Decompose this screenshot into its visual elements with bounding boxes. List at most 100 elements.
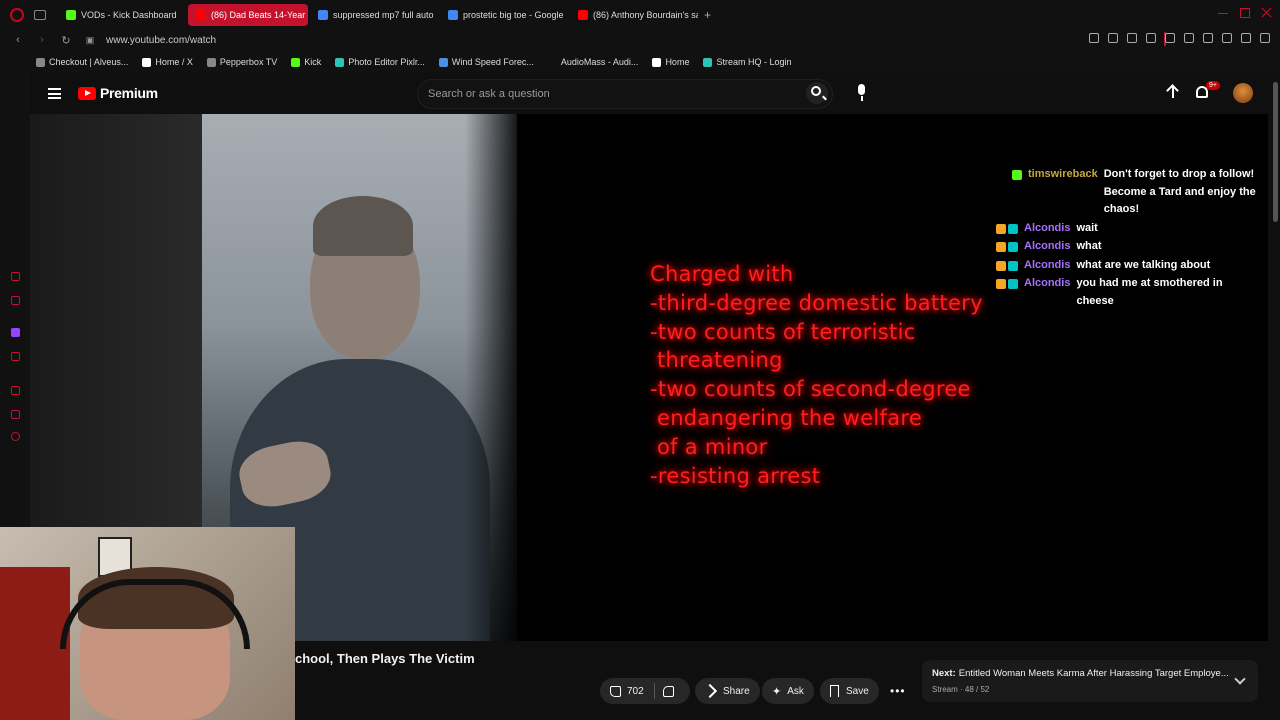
maximize-icon[interactable]: [1240, 8, 1250, 18]
bookmark-item[interactable]: Home: [652, 57, 689, 67]
reload-icon[interactable]: ↻: [60, 34, 72, 47]
tab-title: prostetic big toe - Google: [463, 10, 564, 20]
chat-message: Alcondis what: [996, 238, 1256, 256]
chevron-down-icon[interactable]: [1234, 673, 1246, 685]
heart-icon[interactable]: [1165, 33, 1175, 43]
sidebar-history-icon[interactable]: [11, 410, 20, 419]
guide-menu-icon[interactable]: [48, 88, 61, 99]
url-field[interactable]: www.youtube.com/watch: [106, 35, 216, 46]
scrollbar-thumb[interactable]: [1273, 82, 1278, 222]
bookmark-label: Kick: [304, 57, 322, 67]
sidebar-twitch-icon[interactable]: [11, 328, 20, 337]
bookmark-item[interactable]: Pepperbox TV: [206, 57, 278, 67]
page-scrollbar[interactable]: [1271, 72, 1280, 720]
video-fade: [465, 114, 525, 641]
bookmark-item[interactable]: Kick: [291, 57, 321, 67]
tab-overview-icon[interactable]: [34, 10, 46, 20]
chat-badges: [996, 279, 1020, 310]
bookmark-favicon-icon: [206, 57, 216, 67]
sidebar-settings-icon[interactable]: [11, 432, 20, 441]
tab-title: VODs - Kick Dashboard: [81, 10, 177, 20]
share-button[interactable]: Share: [695, 678, 760, 704]
forward-icon[interactable]: ›: [36, 34, 48, 46]
ask-button[interactable]: ✦ Ask: [762, 678, 814, 704]
youtube-premium-label: Premium: [100, 85, 158, 101]
sidebar-tools-icon[interactable]: [11, 352, 20, 361]
ai-icon[interactable]: [1241, 33, 1251, 43]
youtube-play-icon: [78, 86, 96, 100]
bookmark-item[interactable]: Photo Editor Pixlr...: [335, 57, 425, 67]
chat-text: you had me at smothered in cheese: [1076, 277, 1223, 307]
menu-icon[interactable]: [1260, 33, 1270, 43]
chat-badges: [996, 242, 1020, 256]
minimize-icon[interactable]: [1218, 8, 1228, 14]
youtube-logo[interactable]: Premium: [78, 85, 158, 101]
next-video-title-row: Next: Entitled Woman Meets Karma After Ha…: [932, 668, 1229, 679]
browser-address-bar: ‹ › ↻ ▣ www.youtube.com/watch: [0, 30, 1280, 50]
bookmark-label: Wind Speed Forec...: [451, 57, 534, 67]
chat-message: timswireback Don't forget to drop a follo…: [996, 166, 1256, 219]
tab-favicon-icon: [196, 10, 206, 20]
browser-tab[interactable]: VODs - Kick Dashboard: [58, 4, 186, 26]
bookmark-item[interactable]: Wind Speed Forec...: [438, 57, 534, 67]
chat-text: what are we talking about: [1076, 258, 1211, 271]
like-button[interactable]: 702: [600, 678, 690, 704]
chat-text: Don't forget to drop a follow! Become a …: [1103, 168, 1256, 215]
voice-search-icon[interactable]: [852, 83, 872, 103]
bookmark-item[interactable]: Checkout | Alveus...: [36, 57, 128, 67]
new-tab-button[interactable]: +: [704, 8, 711, 22]
bookmark-favicon-icon: [291, 57, 301, 67]
back-icon[interactable]: ‹: [12, 34, 24, 46]
bookmark-label: Checkout | Alveus...: [49, 57, 129, 67]
send-icon[interactable]: [1146, 33, 1156, 43]
search-button[interactable]: [806, 82, 828, 104]
sidebar-ai-icon[interactable]: [11, 272, 20, 281]
shield-icon[interactable]: [1127, 33, 1137, 43]
video-title: chool, Then Plays The Victim: [295, 651, 475, 666]
bookmark-item[interactable]: AudioMass - Audi...: [547, 57, 638, 67]
charges-overlay-text: Charged with -third-degree domestic batt…: [650, 262, 983, 488]
chat-username: Alcondis: [1024, 277, 1071, 289]
notifications-badge: 9+: [1206, 81, 1220, 90]
ask-label: Ask: [787, 685, 804, 697]
search-icon: [811, 86, 821, 96]
bookmark-label: Photo Editor Pixlr...: [348, 57, 425, 67]
sidebar-tabs-icon[interactable]: [11, 386, 20, 395]
extension-icons: [1089, 33, 1270, 43]
bookmarks-bar: Checkout | Alveus... Home / X Pepperbox TV…: [0, 52, 1280, 72]
upload-icon[interactable]: [1166, 84, 1180, 100]
share-icon: [702, 683, 718, 699]
close-icon[interactable]: [1261, 7, 1272, 18]
browser-tab[interactable]: suppressed mp7 full auto: [310, 4, 438, 26]
browser-tab[interactable]: prostetic big toe - Google: [440, 4, 568, 26]
browser-tab[interactable]: (86) Dad Beats 14-Year: [188, 4, 308, 26]
search-input[interactable]: Search or ask a question: [417, 79, 833, 109]
sparkle-icon: ✦: [772, 685, 782, 698]
bookmark-icon[interactable]: [1089, 33, 1099, 43]
tab-title: (86) Dad Beats 14-Year: [211, 10, 306, 20]
sidebar-wallet-icon[interactable]: [11, 296, 20, 305]
bookmark-item[interactable]: Home / X: [142, 57, 193, 67]
opera-logo-icon[interactable]: [10, 8, 24, 22]
tab-favicon-icon: [66, 10, 76, 20]
download-icon[interactable]: [1222, 33, 1232, 43]
save-icon: [830, 685, 839, 697]
more-actions-button[interactable]: •••: [880, 678, 912, 704]
bookmark-favicon-icon: [36, 57, 45, 67]
chat-badge-icon: [1008, 223, 1018, 234]
snapshot-icon[interactable]: [1108, 33, 1118, 43]
save-button[interactable]: Save: [820, 678, 879, 704]
thumbs-down-icon[interactable]: [663, 686, 674, 697]
bookmark-label: Pepperbox TV: [219, 57, 278, 67]
wallet-icon[interactable]: [1203, 33, 1213, 43]
browser-tab[interactable]: (86) Anthony Bourdain's sa: [570, 4, 698, 26]
bookmark-favicon-icon: [438, 57, 448, 67]
next-label: Next:: [932, 668, 956, 679]
avatar[interactable]: [1233, 83, 1253, 103]
chat-badge-icon: [1008, 260, 1018, 271]
save-label: Save: [846, 685, 869, 697]
extensions-icon[interactable]: [1184, 33, 1194, 43]
next-video-card[interactable]: Next: Entitled Woman Meets Karma After Ha…: [922, 660, 1258, 702]
thumbs-up-icon: [610, 685, 621, 697]
bookmark-item[interactable]: Stream HQ - Login: [703, 57, 791, 67]
